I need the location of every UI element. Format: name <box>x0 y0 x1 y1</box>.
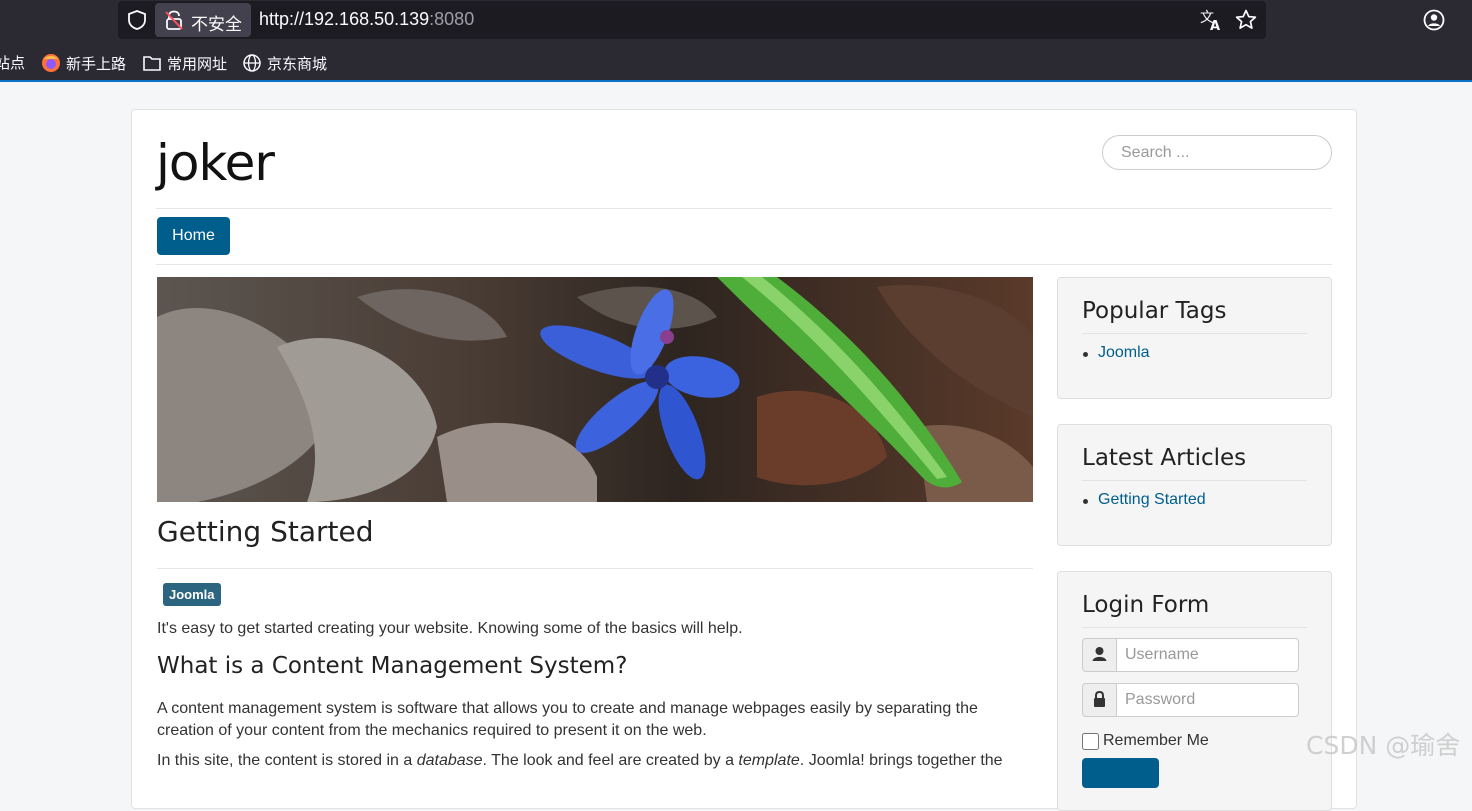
article-paragraph-2: In this site, the content is stored in a… <box>157 752 1033 770</box>
insecure-label: 不安全 <box>191 15 242 34</box>
lock-icon <box>1082 683 1117 717</box>
module-latest-articles: Latest Articles Getting Started <box>1057 424 1332 546</box>
password-group <box>1082 683 1299 717</box>
browser-chrome: 不安全 http://192.168.50.139:8080 文 A 站点 新手… <box>0 0 1472 82</box>
site-brand[interactable]: joker <box>156 134 275 192</box>
bookmark-label: 站点 <box>0 55 26 72</box>
svg-text:A: A <box>1210 19 1220 32</box>
username-input[interactable] <box>1116 638 1299 672</box>
module-title: Latest Articles <box>1082 445 1247 471</box>
article-paragraph: A content management system is software … <box>157 700 978 739</box>
divider <box>156 208 1332 209</box>
password-input[interactable] <box>1116 683 1299 717</box>
url-text[interactable]: http://192.168.50.139:8080 <box>259 9 474 30</box>
login-button[interactable] <box>1082 758 1159 788</box>
text-segment: . The look and feel are created by a <box>482 752 739 769</box>
article-link-getting-started[interactable]: Getting Started <box>1083 491 1206 509</box>
hero-image <box>157 277 1033 502</box>
bookmark-jd[interactable]: 京东商城 <box>242 52 332 74</box>
search-input[interactable] <box>1102 135 1332 170</box>
bookmark-star-icon[interactable] <box>1234 8 1258 32</box>
nav-home-button[interactable]: Home <box>157 217 230 255</box>
text-segment: . Joomla! brings together the <box>799 752 1003 769</box>
firefox-icon <box>42 54 60 72</box>
shield-icon[interactable] <box>126 9 148 31</box>
account-icon[interactable] <box>1422 8 1446 32</box>
remember-me-checkbox[interactable] <box>1082 733 1099 750</box>
translate-icon[interactable]: 文 A <box>1199 8 1223 32</box>
divider <box>1082 480 1307 481</box>
bookmark-getting-started[interactable]: 新手上路 <box>41 52 131 74</box>
article-tag[interactable]: Joomla <box>163 583 221 606</box>
insecure-connection-button[interactable]: 不安全 <box>155 3 251 37</box>
divider <box>157 568 1033 569</box>
bookmark-label: 京东商城 <box>267 56 328 73</box>
bookmark-sites[interactable]: 站点 <box>0 52 25 74</box>
article-title[interactable]: Getting Started <box>157 515 373 548</box>
emphasis: database <box>416 752 483 769</box>
watermark-text: CSDN @瑜舍 <box>1306 731 1461 760</box>
url-main: http://192.168.50.139 <box>259 9 430 29</box>
hero-flower-illustration <box>157 277 1033 502</box>
bookmark-label: 新手上路 <box>66 56 127 73</box>
divider <box>1082 627 1307 628</box>
article-intro: It's easy to get started creating your w… <box>157 620 743 637</box>
globe-icon <box>243 54 261 72</box>
page-container: joker Home <box>131 109 1357 811</box>
username-group <box>1082 638 1299 672</box>
tag-link-joomla[interactable]: Joomla <box>1083 344 1150 362</box>
emphasis: template <box>738 752 800 769</box>
module-title: Login Form <box>1082 592 1210 618</box>
bookmark-label: 常用网址 <box>167 56 228 73</box>
remember-me-label: Remember Me <box>1103 732 1209 749</box>
divider <box>1082 333 1307 334</box>
module-login-form: Login Form Remember Me <box>1057 571 1332 811</box>
module-title: Popular Tags <box>1082 298 1227 324</box>
folder-icon <box>143 56 161 71</box>
broken-lock-icon <box>165 10 183 30</box>
url-port: :8080 <box>429 9 475 29</box>
text-segment: In this site, the content is stored in a <box>157 752 417 769</box>
user-icon <box>1082 638 1117 672</box>
divider <box>156 264 1332 265</box>
bookmark-common-urls[interactable]: 常用网址 <box>142 52 232 74</box>
module-popular-tags: Popular Tags Joomla <box>1057 277 1332 399</box>
article-heading: What is a Content Management System? <box>157 653 628 679</box>
